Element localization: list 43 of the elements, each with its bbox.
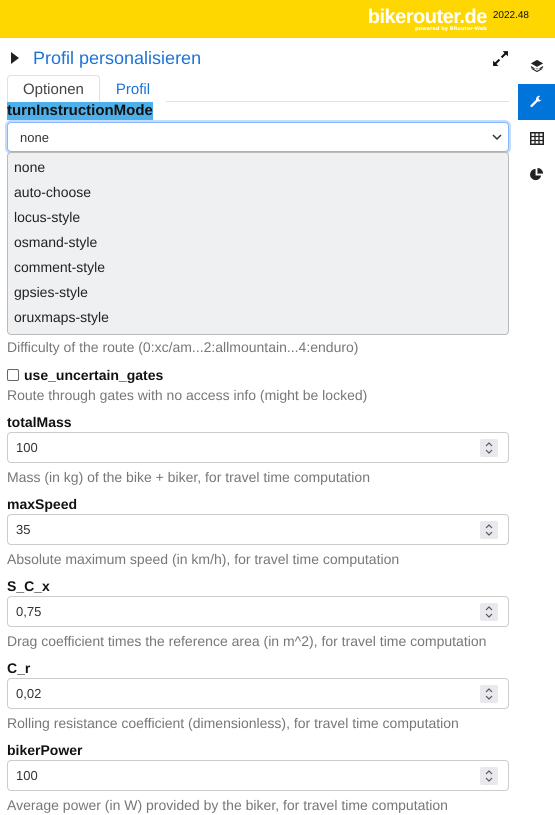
spinner-icon	[480, 766, 498, 784]
expand-icon[interactable]	[492, 50, 509, 66]
number-input[interactable]: 100	[7, 760, 509, 791]
spinner-icon	[480, 438, 498, 456]
field-label: C_r	[7, 659, 32, 678]
pie-chart-icon	[529, 166, 544, 182]
table-icon	[530, 132, 544, 144]
field-hint: Absolute maximum speed (in km/h), for travel time computation	[7, 550, 400, 569]
field-hint: Average power (in W) provided by the biker, for travel time computation	[7, 796, 449, 815]
dropdown-option[interactable]: auto-choose	[8, 180, 508, 205]
field-label: S_C_x	[7, 577, 51, 596]
field-hint: Mass (in kg) of the bike + biker, for travel time computation	[7, 468, 371, 487]
field-hint: Route through gates with no access info (might be locked)	[7, 386, 368, 405]
dropdown-option[interactable]: gpsies-style	[8, 280, 508, 305]
spinner-icon	[480, 520, 498, 538]
number-input[interactable]: 35	[7, 514, 509, 545]
field-label: totalMass	[7, 413, 73, 432]
dropdown-option[interactable]: none	[8, 155, 508, 180]
chevron-down-icon	[492, 134, 502, 140]
panel-title: Profil personalisieren	[33, 48, 202, 68]
dropdown-option[interactable]: oruxmaps-style	[8, 305, 508, 330]
checkbox[interactable]	[7, 369, 19, 381]
spinner-icon	[480, 684, 498, 702]
field-hint: Rolling resistance coefficient (dimensionless), for travel time computation	[7, 714, 460, 733]
tab[interactable]: Optionen	[7, 75, 100, 102]
field-hint: Drag coefficient times the reference area (in m^2), for travel time computation	[7, 632, 488, 651]
field-label: maxSpeed	[7, 495, 78, 514]
version-label: 2022.48	[492, 10, 529, 21]
number-input[interactable]: 100	[7, 432, 509, 463]
spinner-icon	[480, 602, 498, 620]
field-label: turnInstructionMode	[7, 102, 153, 120]
logo: bikerouter.de	[368, 7, 487, 27]
dropdown-option[interactable]: osmand-style	[8, 230, 508, 255]
number-input[interactable]: 0,02	[7, 678, 509, 709]
wrench-icon	[529, 94, 544, 110]
layers-icon	[530, 59, 544, 73]
dropdown-option[interactable]: locus-style	[8, 205, 508, 230]
field-label: bikerPower	[7, 741, 84, 760]
field-hint: Difficulty of the route (0:xc/am...2:allmountain...4:enduro)	[7, 338, 360, 357]
dropdown-option[interactable]: comment-style	[8, 255, 508, 280]
select-field[interactable]: none	[7, 122, 509, 152]
number-input[interactable]: 0,75	[7, 596, 509, 627]
checkbox-label: use_uncertain_gates	[24, 366, 164, 385]
